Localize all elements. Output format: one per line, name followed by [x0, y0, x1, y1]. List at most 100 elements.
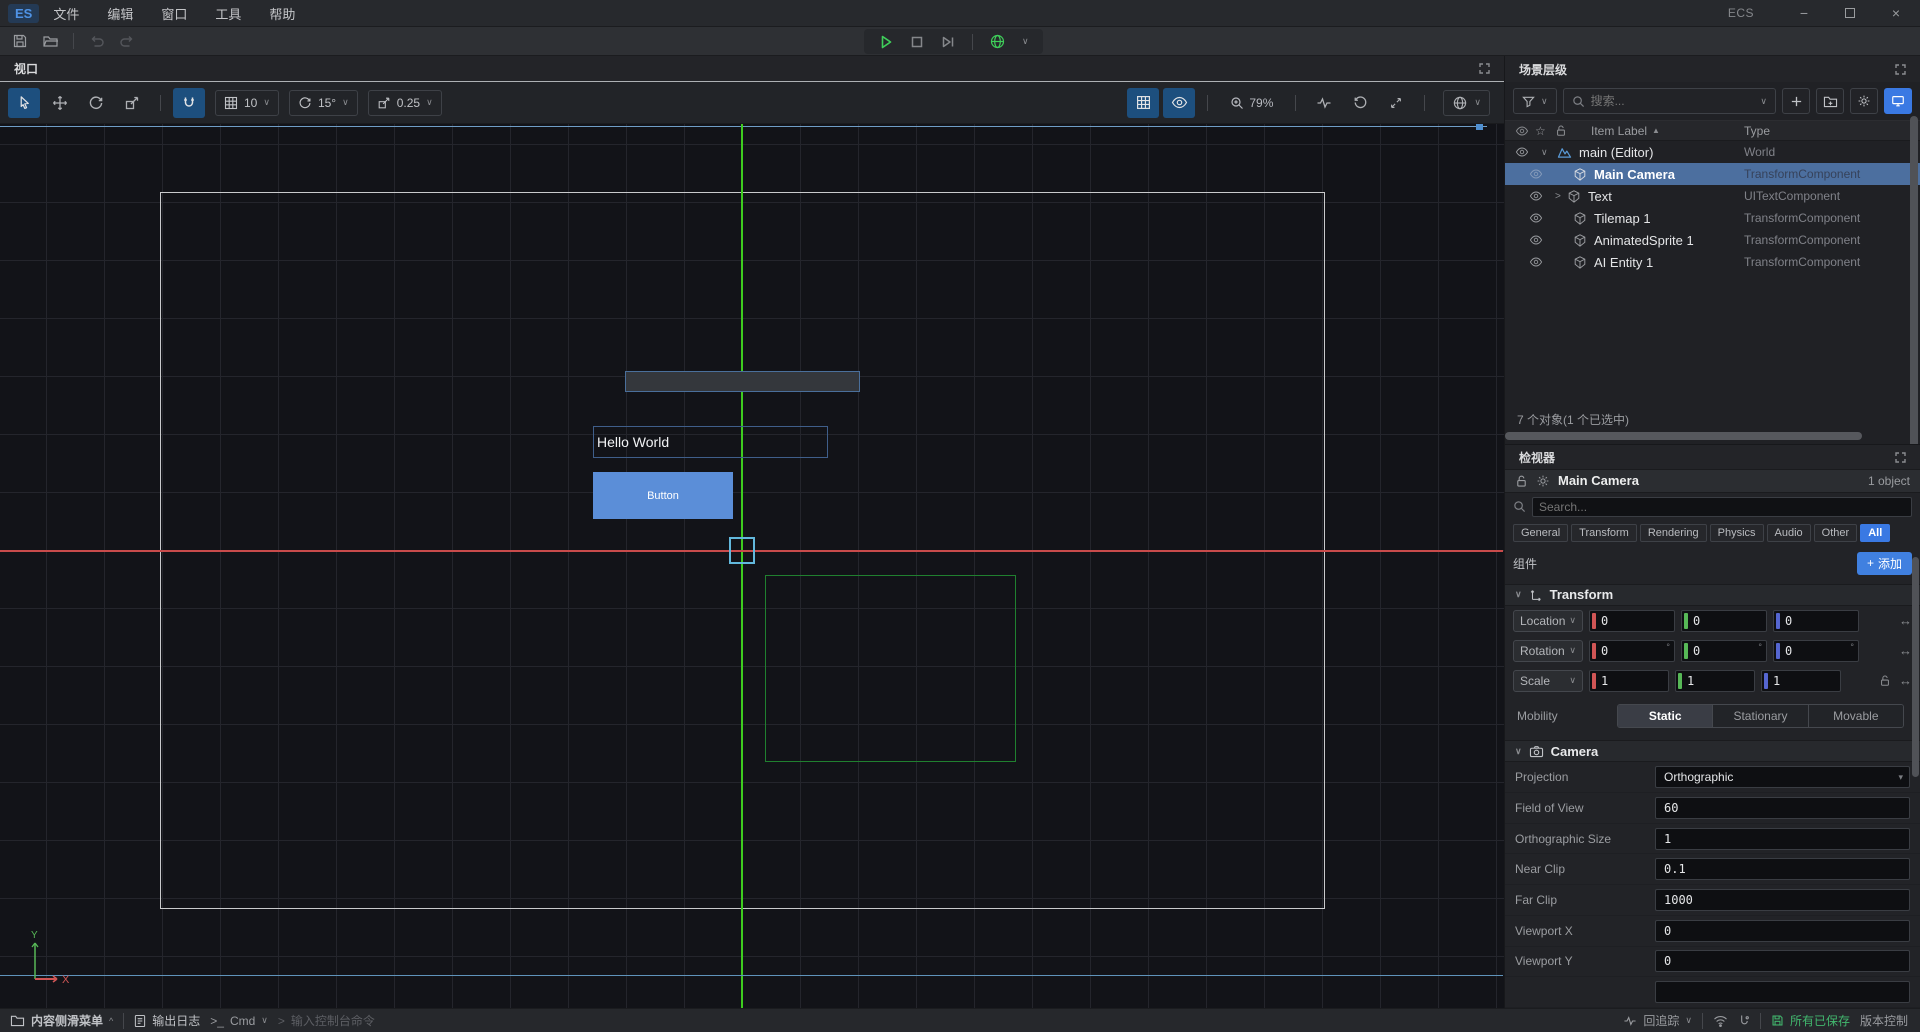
menu-tools[interactable]: 工具: [215, 4, 241, 23]
hierarchy-expand-icon[interactable]: [1895, 64, 1906, 75]
version-control-button[interactable]: 版本控制: [1860, 1012, 1908, 1029]
reset-view-button[interactable]: [1344, 88, 1376, 118]
eye-icon[interactable]: [1529, 212, 1547, 224]
grid-snap-dropdown[interactable]: 10 ∨: [215, 90, 279, 116]
visibility-column-icon[interactable]: [1515, 125, 1535, 137]
text-entity[interactable]: Hello World: [593, 426, 828, 458]
location-y-input[interactable]: [1688, 614, 1740, 628]
menu-help[interactable]: 帮助: [269, 4, 295, 23]
col-item-label[interactable]: Item Label: [1591, 124, 1647, 138]
near-clip-input[interactable]: [1655, 858, 1910, 880]
console-command-field[interactable]: > 输入控制台命令: [278, 1012, 375, 1029]
save-status[interactable]: 所有已保存: [1771, 1012, 1850, 1029]
link-values-icon[interactable]: ↔: [1899, 613, 1912, 628]
close-button[interactable]: ×: [1886, 5, 1906, 21]
tab-audio[interactable]: Audio: [1767, 524, 1811, 542]
tab-general[interactable]: General: [1513, 524, 1568, 542]
hierarchy-hscrollbar[interactable]: [1505, 432, 1920, 440]
hierarchy-vscrollbar[interactable]: [1910, 116, 1918, 486]
move-tool-button[interactable]: [44, 88, 76, 118]
tab-physics[interactable]: Physics: [1710, 524, 1764, 542]
run-target-chevron-icon[interactable]: ∨: [1022, 36, 1029, 47]
eye-icon[interactable]: [1515, 146, 1533, 158]
tab-all[interactable]: All: [1860, 524, 1890, 542]
mobility-static[interactable]: Static: [1618, 705, 1713, 727]
fullscreen-button[interactable]: [1380, 88, 1412, 118]
eye-icon[interactable]: [1529, 190, 1547, 202]
hierarchy-row-main-camera[interactable]: Main Camera TransformComponent: [1505, 163, 1920, 185]
collapse-chevron-icon[interactable]: ∨: [1541, 147, 1557, 158]
maximize-button[interactable]: [1840, 5, 1860, 21]
hierarchy-row-animatedsprite[interactable]: AnimatedSprite 1 TransformComponent: [1505, 229, 1920, 251]
add-folder-button[interactable]: [1816, 88, 1844, 114]
viewport-x-input[interactable]: [1655, 920, 1910, 942]
menu-file[interactable]: 文件: [53, 4, 79, 23]
button-entity[interactable]: Button: [593, 472, 733, 519]
lock-column-icon[interactable]: [1555, 124, 1579, 137]
undo-icon[interactable]: [88, 33, 105, 49]
far-clip-input[interactable]: [1655, 889, 1910, 911]
mobility-movable[interactable]: Movable: [1809, 705, 1903, 727]
rotation-z-input[interactable]: [1780, 644, 1832, 658]
selection-gizmo[interactable]: [729, 537, 755, 564]
rotation-dropdown[interactable]: Rotation∨: [1513, 640, 1583, 662]
save-icon[interactable]: [12, 33, 28, 49]
tab-transform[interactable]: Transform: [1571, 524, 1637, 542]
hierarchy-row-tilemap[interactable]: Tilemap 1 TransformComponent: [1505, 207, 1920, 229]
inspector-expand-icon[interactable]: [1895, 452, 1906, 463]
cmd-dropdown[interactable]: >_ Cmd ∨: [210, 1014, 268, 1028]
open-folder-icon[interactable]: [42, 33, 59, 49]
hierarchy-search[interactable]: ∨: [1563, 88, 1776, 114]
location-dropdown[interactable]: Location∨: [1513, 610, 1583, 632]
scale-dropdown[interactable]: Scale∨: [1513, 670, 1583, 692]
eye-icon[interactable]: [1529, 256, 1547, 268]
panel-entity[interactable]: [625, 371, 860, 392]
hierarchy-row-text[interactable]: > Text UITextComponent: [1505, 185, 1920, 207]
filter-dropdown[interactable]: ∨: [1513, 88, 1557, 114]
hierarchy-settings-button[interactable]: [1850, 88, 1878, 114]
redo-icon[interactable]: [119, 33, 136, 49]
stop-button[interactable]: [910, 35, 924, 49]
clipped-input[interactable]: [1655, 981, 1910, 1003]
show-gizmos-button[interactable]: [1163, 88, 1195, 118]
hierarchy-view-button[interactable]: [1884, 88, 1912, 114]
scene-canvas[interactable]: Hello World Button Y X: [0, 124, 1504, 1008]
inspector-vscrollbar[interactable]: [1912, 557, 1919, 777]
camera-section-header[interactable]: ∨ Camera: [1505, 740, 1920, 762]
scale-z-input[interactable]: [1768, 674, 1820, 688]
stats-button[interactable]: [1308, 88, 1340, 118]
show-grid-button[interactable]: [1127, 88, 1159, 118]
hierarchy-row-world[interactable]: ∨ main (Editor) World: [1505, 141, 1920, 163]
tab-other[interactable]: Other: [1814, 524, 1858, 542]
scale-x-input[interactable]: [1596, 674, 1648, 688]
viewport-world-dropdown[interactable]: ∨: [1443, 90, 1490, 116]
inspector-search-input[interactable]: [1539, 500, 1905, 514]
rotate-tool-button[interactable]: [80, 88, 112, 118]
projection-select[interactable]: ▾: [1655, 766, 1910, 788]
hierarchy-search-input[interactable]: [1591, 94, 1755, 108]
step-button[interactable]: [940, 34, 956, 50]
rotation-x-input[interactable]: [1596, 644, 1648, 658]
link-values-icon[interactable]: ↔: [1899, 643, 1912, 658]
location-x-input[interactable]: [1596, 614, 1648, 628]
eye-icon[interactable]: [1529, 168, 1547, 180]
audio-jack-icon[interactable]: [1738, 1014, 1750, 1028]
orthographic-size-input[interactable]: [1655, 828, 1910, 850]
lock-icon[interactable]: [1515, 474, 1528, 488]
guide-handle[interactable]: [1476, 124, 1483, 130]
menu-edit[interactable]: 编辑: [107, 4, 133, 23]
field-of-view-input[interactable]: [1655, 797, 1910, 819]
retrace-dropdown[interactable]: 回追踪 ∨: [1623, 1012, 1692, 1029]
add-entity-button[interactable]: [1782, 88, 1810, 114]
mobility-stationary[interactable]: Stationary: [1713, 705, 1808, 727]
menu-window[interactable]: 窗口: [161, 4, 187, 23]
viewport-expand-icon[interactable]: [1479, 63, 1490, 74]
col-type-label[interactable]: Type: [1744, 124, 1910, 138]
content-drawer-button[interactable]: 内容侧滑菜单 ^: [10, 1012, 113, 1029]
transform-section-header[interactable]: ∨ Transform: [1505, 584, 1920, 606]
object-settings-icon[interactable]: [1536, 474, 1550, 488]
output-log-button[interactable]: 输出日志: [134, 1012, 200, 1029]
favorite-column-icon[interactable]: ☆: [1535, 124, 1555, 138]
eye-icon[interactable]: [1529, 234, 1547, 246]
snap-tool-button[interactable]: [173, 88, 205, 118]
